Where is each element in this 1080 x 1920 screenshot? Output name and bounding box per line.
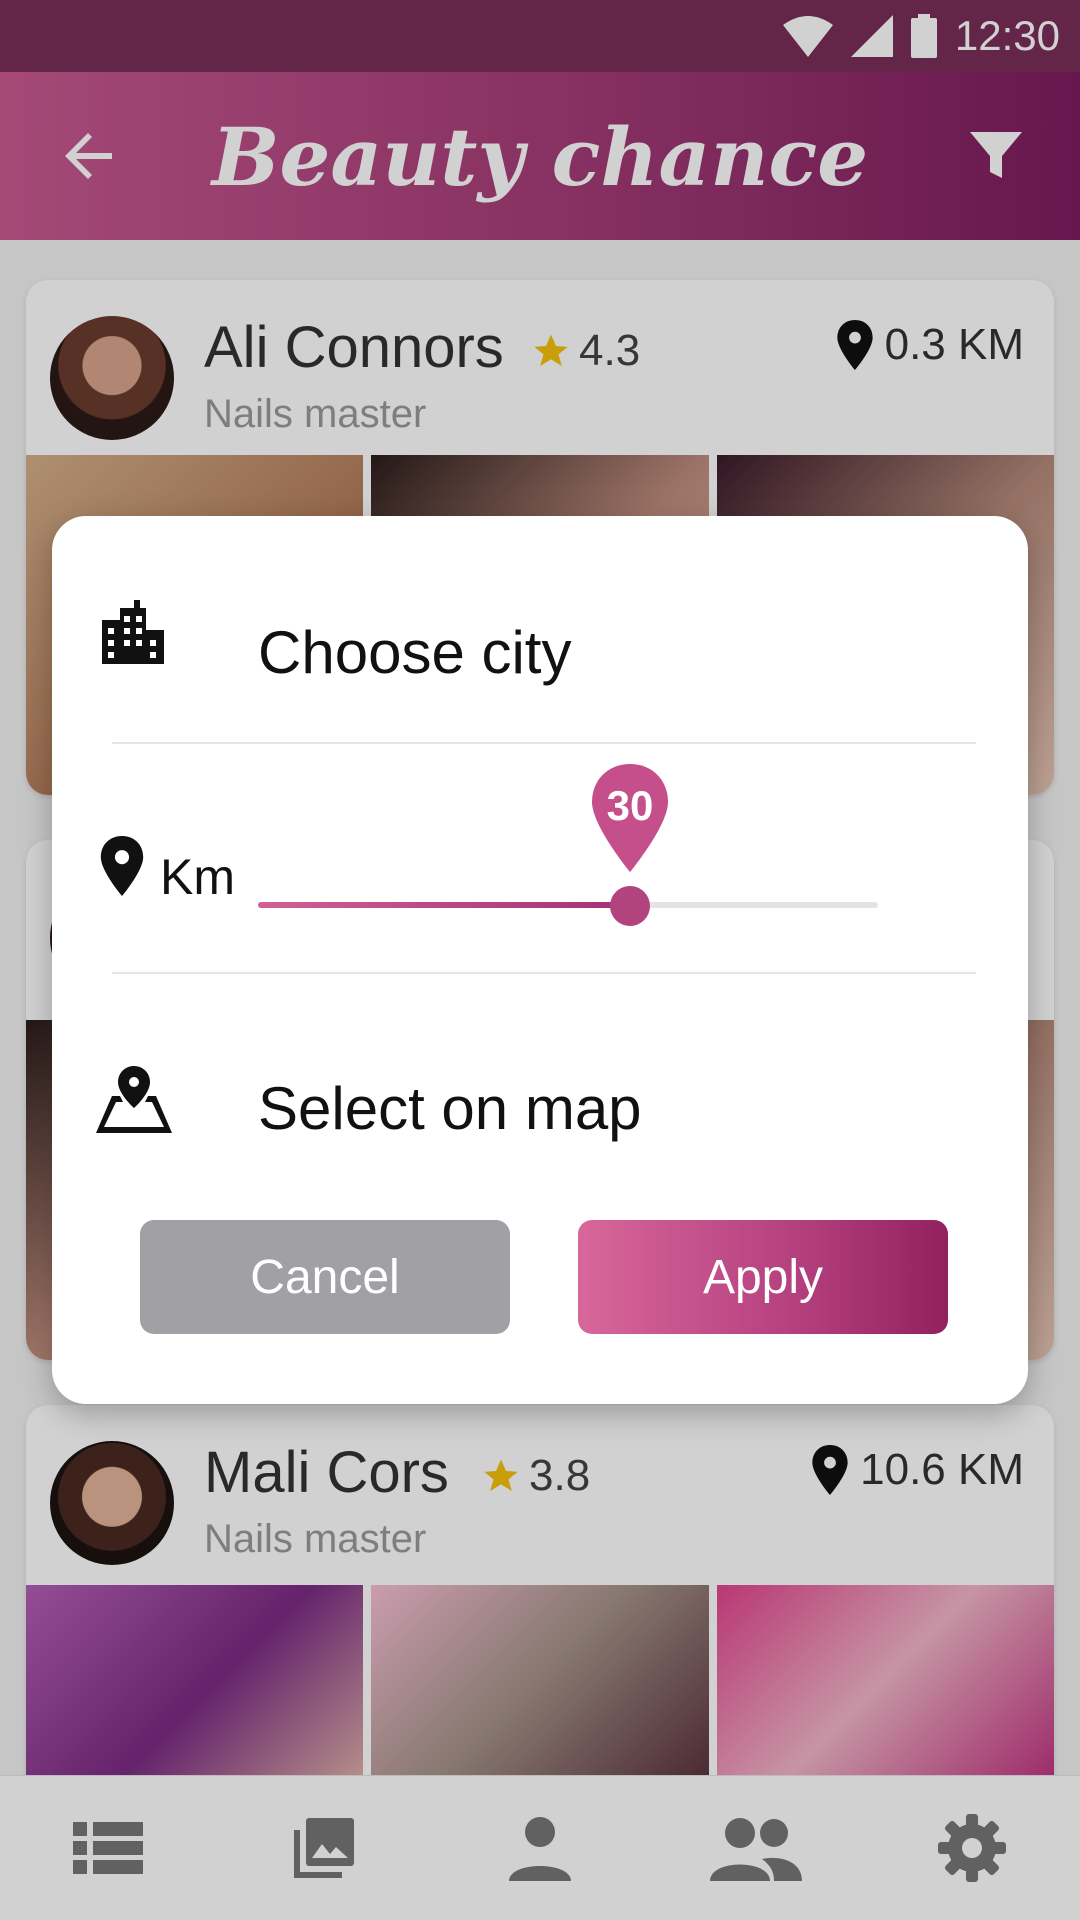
select-on-map-row[interactable]: Select on map (52, 1036, 1028, 1196)
distance-slider[interactable]: 30 (258, 764, 878, 926)
select-on-map-label: Select on map (258, 1075, 642, 1142)
divider (112, 972, 976, 974)
filter-dialog: Choose city Km 30 Select on map Cancel A… (52, 516, 1028, 1404)
choose-city-row[interactable]: Choose city (52, 516, 1028, 716)
map-marker-icon (96, 1066, 172, 1133)
slider-thumb[interactable] (610, 886, 650, 926)
cancel-button[interactable]: Cancel (140, 1220, 510, 1334)
slider-value-text: 30 (606, 782, 654, 829)
choose-city-label: Choose city (258, 619, 572, 686)
apply-button[interactable]: Apply (578, 1220, 948, 1334)
location-pin-icon (100, 836, 144, 896)
city-icon (102, 600, 164, 664)
km-label: Km (160, 849, 235, 905)
slider-value-bubble: 30 (590, 762, 670, 874)
divider (112, 742, 976, 744)
slider-track-fill (258, 902, 630, 908)
distance-row: Km 30 (52, 764, 1028, 936)
